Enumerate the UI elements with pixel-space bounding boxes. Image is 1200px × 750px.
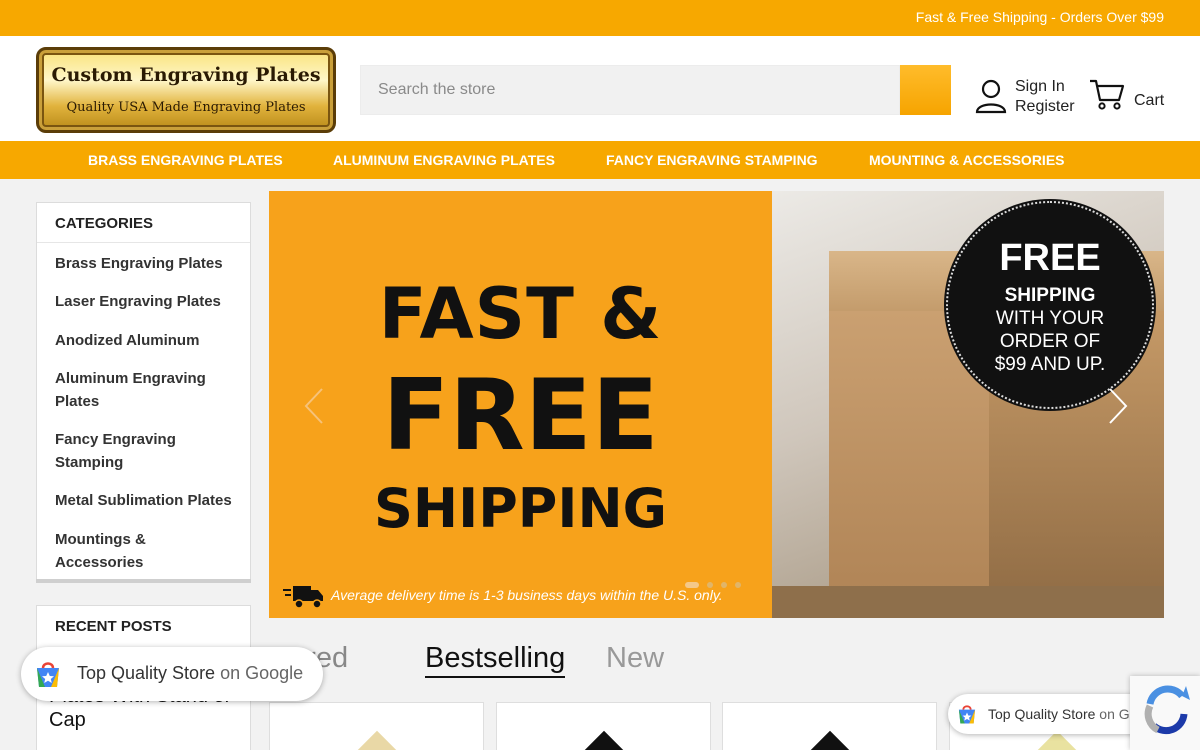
chevron-left-icon[interactable] (302, 387, 326, 425)
google-badge-text: Top Quality Store (77, 663, 216, 683)
nav-item-brass[interactable]: BRASS ENGRAVING PLATES (88, 152, 283, 168)
sign-in-link[interactable]: Sign In (1015, 78, 1065, 96)
category-link[interactable]: Aluminum Engraving Plates (55, 367, 230, 413)
nav-item-mounting[interactable]: MOUNTING & ACCESSORIES (869, 152, 1065, 168)
hero-headline-2: FREE (382, 359, 659, 473)
tab-new[interactable]: New (606, 642, 664, 675)
cart-icon (1090, 79, 1125, 110)
register-link[interactable]: Register (1015, 98, 1075, 116)
product-card[interactable] (722, 702, 937, 750)
panel-divider (36, 579, 251, 583)
product-thumbnail (582, 730, 626, 750)
carousel-dot[interactable] (685, 582, 699, 588)
google-shopping-icon (958, 705, 976, 724)
recent-posts-title: RECENT POSTS (55, 618, 172, 635)
account-links: Sign In Register (975, 78, 1085, 118)
delivery-note: Average delivery time is 1-3 business da… (331, 587, 723, 603)
logo-tagline: Quality USA Made Engraving Plates (66, 100, 306, 115)
site-header: Custom Engraving Plates Quality USA Made… (0, 36, 1200, 141)
user-icon (975, 79, 1007, 114)
category-link[interactable]: Fancy Engraving Stamping (55, 428, 205, 474)
product-thumbnail (808, 730, 852, 750)
category-link[interactable]: Brass Engraving Plates (55, 252, 245, 275)
hero-carousel[interactable]: FAST & FREE SHIPPING FREE SHIPPING WITH … (269, 191, 1164, 618)
google-badge-suffix: on Google (220, 663, 304, 683)
carousel-dot[interactable] (707, 582, 713, 588)
badge-line-3: WITH YOUR ORDER OF $99 AND UP. (994, 308, 1106, 375)
box-photo-table (772, 586, 1164, 618)
product-card[interactable] (269, 702, 484, 750)
cart-label: Cart (1134, 92, 1165, 109)
product-card[interactable] (496, 702, 711, 750)
shipping-message: Fast & Free Shipping - Orders Over $99 (915, 9, 1164, 25)
recaptcha-icon (1144, 685, 1190, 735)
categories-panel: CATEGORIES Brass Engraving Plates Laser … (36, 202, 251, 581)
search-button[interactable] (900, 65, 951, 115)
carousel-dot[interactable] (721, 582, 727, 588)
hero-headline-3: SHIPPING (374, 477, 667, 540)
free-shipping-badge: FREE SHIPPING WITH YOUR ORDER OF $99 AND… (946, 201, 1154, 409)
google-badge-text: Top Quality Store (988, 706, 1096, 722)
category-link[interactable]: Laser Engraving Plates (55, 290, 245, 313)
google-badge-label: Top Quality Store on Google (77, 663, 303, 684)
hero-headline-1: FAST & (378, 273, 663, 355)
google-shopping-icon (37, 662, 59, 687)
carousel-dots (685, 575, 749, 593)
badge-line-1: FREE (999, 237, 1101, 279)
carousel-dot[interactable] (735, 582, 741, 588)
site-logo[interactable]: Custom Engraving Plates Quality USA Made… (36, 47, 336, 133)
google-store-badge[interactable]: Top Quality Store on Google (21, 647, 323, 701)
cart-link[interactable]: Cart (1089, 78, 1169, 114)
search-input[interactable] (361, 66, 899, 114)
product-thumbnail (355, 730, 399, 750)
categories-title: CATEGORIES (37, 203, 250, 243)
tab-bestselling[interactable]: Bestselling (425, 642, 566, 678)
chevron-right-icon[interactable] (1106, 387, 1130, 425)
category-link[interactable]: Mountings & Accessories (55, 528, 205, 574)
search-box (360, 65, 900, 115)
logo-title: Custom Engraving Plates (51, 64, 321, 86)
main-nav: BRASS ENGRAVING PLATES ALUMINUM ENGRAVIN… (0, 141, 1200, 179)
nav-item-fancy[interactable]: FANCY ENGRAVING STAMPING (606, 152, 818, 168)
recaptcha-widget[interactable] (1130, 676, 1200, 750)
nav-item-aluminum[interactable]: ALUMINUM ENGRAVING PLATES (333, 152, 555, 168)
category-link[interactable]: Anodized Aluminum (55, 329, 245, 352)
top-banner: Fast & Free Shipping - Orders Over $99 (0, 0, 1200, 36)
badge-line-2: SHIPPING (1004, 285, 1096, 306)
truck-icon (283, 586, 323, 609)
category-link[interactable]: Metal Sublimation Plates (55, 489, 245, 512)
